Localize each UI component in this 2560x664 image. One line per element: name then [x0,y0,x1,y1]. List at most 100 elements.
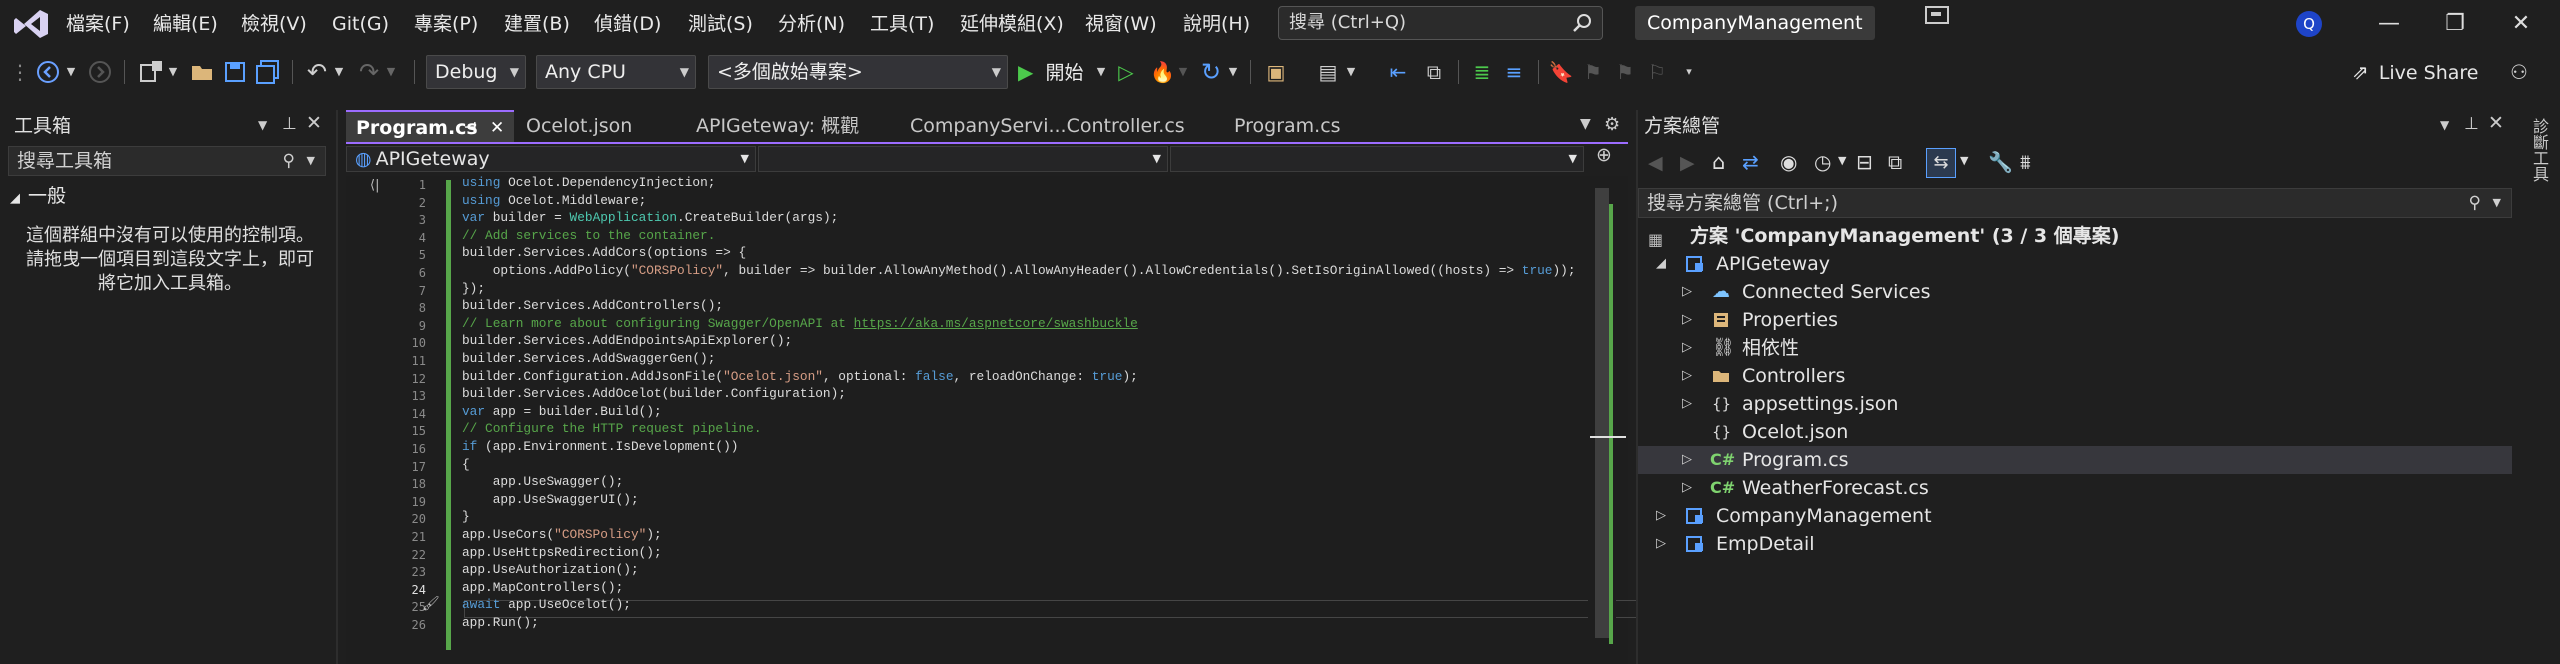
scrollbar-thumb[interactable] [1595,188,1609,638]
live-share-button[interactable]: ⇗ Live Share [2352,56,2478,88]
switch-views-icon[interactable]: ⇄ [1742,150,1759,174]
back-icon[interactable]: ◀ [1648,152,1663,174]
code-line[interactable]: { [462,456,470,474]
sync-active-document-icon[interactable]: ⇆ [1926,148,1956,178]
close-icon[interactable]: ✕ [2488,112,2504,134]
menu-test[interactable]: 測試(S) [678,0,763,48]
tab-program-cs[interactable]: Program.cs ⊣ ✕ [346,110,514,142]
collapse-all-icon[interactable]: ⊟ [1856,150,1873,174]
open-folder-icon[interactable] [190,60,216,84]
tree-weatherforecast-cs[interactable]: ▷ C# WeatherForecast.cs [1638,474,2512,502]
back-dropdown-icon[interactable]: ▼ [64,58,78,86]
sync-dropdown-icon[interactable]: ▼ [1960,154,1968,167]
solution-explorer-search-input[interactable]: 搜尋方案總管 (Ctrl+;) ⚲ ▼ [1638,188,2512,218]
restore-icon[interactable]: ❐ [2422,0,2488,48]
menu-help[interactable]: 說明(H) [1173,0,1260,48]
tree-properties[interactable]: ▷ Properties [1638,306,2512,334]
start-dropdown-icon[interactable]: ▼ [1094,58,1108,86]
code-line[interactable]: using Ocelot.Middleware; [462,192,646,210]
code-line[interactable]: builder.Services.AddCors(options => { [462,244,746,262]
code-line[interactable]: builder.Configuration.AddJsonFile("Ocelo… [462,368,1138,386]
feedback-person-icon[interactable]: ⚇ [2504,58,2534,86]
code-line[interactable]: options.AddPolicy("CORSPolicy", builder … [462,262,1576,280]
menu-extensions[interactable]: 延伸模組(X) [950,0,1074,48]
feedback-icon[interactable] [1925,6,1951,26]
menu-edit[interactable]: 編輯(E) [143,0,228,48]
preview-icon[interactable]: ⩩ [2020,150,2031,174]
code-line[interactable]: app.UseAuthorization(); [462,561,639,579]
close-icon[interactable]: ✕ [490,112,504,144]
menu-git[interactable]: Git(G) [322,0,399,48]
menu-analyze[interactable]: 分析(N) [768,0,855,48]
startup-project-select[interactable]: <多個啟始專案> ▼ [708,55,1008,89]
menu-tools[interactable]: 工具(T) [860,0,944,48]
menu-project[interactable]: 專案(P) [404,0,488,48]
menu-build[interactable]: 建置(B) [494,0,580,48]
pin-icon[interactable]: ⊣ [464,112,477,144]
toolbox-search-input[interactable]: 搜尋工具箱 ⚲ ▼ [8,146,326,176]
refresh-icon[interactable]: ↻ [1198,58,1224,86]
bookmark-icon[interactable]: 🔖 [1548,58,1574,86]
menu-view[interactable]: 檢視(V) [231,0,317,48]
tree-project-empdetail[interactable]: ▷ EmpDetail [1638,530,2512,558]
window-layout-dropdown-icon[interactable]: ▼ [1344,58,1358,86]
save-all-icon[interactable] [256,60,280,84]
redo-icon[interactable]: ↷ [356,58,382,86]
member-select[interactable]: ▼ [1170,146,1584,172]
tab-ocelot-json[interactable]: Ocelot.json [516,110,696,142]
step-icon[interactable]: ⇤ [1384,58,1412,86]
code-line[interactable]: } [462,508,470,526]
type-select[interactable]: ▼ [758,146,1168,172]
avatar[interactable]: Q [2296,11,2322,37]
tab-program-cs-2[interactable]: Program.cs [1224,110,1394,142]
code-line[interactable]: app.MapControllers(); [462,579,623,597]
window-layout-icon[interactable]: ▤ [1314,58,1342,86]
tab-companyservice-controller[interactable]: CompanyServi...Controller.cs [900,110,1230,142]
tab-list-icon[interactable]: ▼ [1580,116,1591,132]
tab-apigeteway-overview[interactable]: APIGeteway: 概觀 [686,110,910,142]
code-line[interactable]: builder.Services.AddControllers(); [462,297,723,315]
tree-connected-services[interactable]: ▷ ☁ Connected Services [1638,278,2512,306]
back-icon[interactable] [36,60,60,84]
quick-actions-icon[interactable]: 🖌 [422,596,440,612]
start-button[interactable]: ▶ 開始 [1018,55,1083,89]
home-icon[interactable]: ⌂ [1712,150,1725,174]
menu-debug[interactable]: 偵錯(D) [584,0,671,48]
refresh-dropdown-icon[interactable]: ▼ [1226,58,1240,86]
configuration-select[interactable]: Debug ▼ [426,55,526,89]
code-line[interactable]: await app.UseOcelot(); [462,596,631,614]
new-item-icon[interactable] [138,60,164,84]
code-line[interactable]: app.Run(); [462,614,539,632]
codelens-icon[interactable]: ⟨| [370,178,379,193]
code-line[interactable]: app.UseCors("CORSPolicy"); [462,526,662,544]
hot-reload-dropdown-icon[interactable]: ▼ [1176,58,1190,86]
menu-file[interactable]: 檔案(F) [56,0,140,48]
code-line[interactable]: app.UseHttpsRedirection(); [462,544,662,562]
project-select[interactable]: ◍ APIGeteway ▼ [346,146,756,172]
panel-dropdown-icon[interactable]: ▼ [258,118,267,132]
clock-icon[interactable]: ◷ [1814,150,1831,174]
undo-dropdown-icon[interactable]: ▼ [332,58,346,86]
panel-dropdown-icon[interactable]: ▼ [2440,118,2449,132]
code-line[interactable]: app.UseSwaggerUI(); [462,491,639,509]
diagnostic-tools-tab[interactable]: 診斷工具 [2528,118,2549,182]
redo-dropdown-icon[interactable]: ▼ [384,58,398,86]
undo-icon[interactable]: ↶ [304,58,330,86]
minimize-icon[interactable]: — [2356,0,2422,48]
code-line[interactable]: var app = builder.Build(); [462,403,662,421]
code-line[interactable]: app.UseSwagger(); [462,473,624,491]
search-options-icon[interactable]: ▼ [307,147,315,175]
code-line[interactable]: // Configure the HTTP request pipeline. [462,420,762,438]
close-icon[interactable]: ✕ [306,112,322,134]
code-line[interactable]: if (app.Environment.IsDevelopment()) [462,438,738,456]
bookmark-next-icon[interactable]: ⚑ [1612,58,1638,86]
menu-window[interactable]: 視窗(W) [1075,0,1167,48]
search-box[interactable]: 搜尋 (Ctrl+Q) [1278,6,1603,40]
properties-wrench-icon[interactable]: 🔧 [1988,150,2013,174]
hot-reload-icon[interactable]: 🔥 [1150,58,1175,86]
code-line[interactable]: // Learn more about configuring Swagger/… [462,315,1138,333]
forward-icon[interactable]: ▶ [1680,152,1695,174]
forward-icon[interactable] [88,60,112,84]
start-without-debugging-icon[interactable]: ▷ [1114,58,1138,86]
folder-view-icon[interactable]: ▣ [1262,58,1290,86]
